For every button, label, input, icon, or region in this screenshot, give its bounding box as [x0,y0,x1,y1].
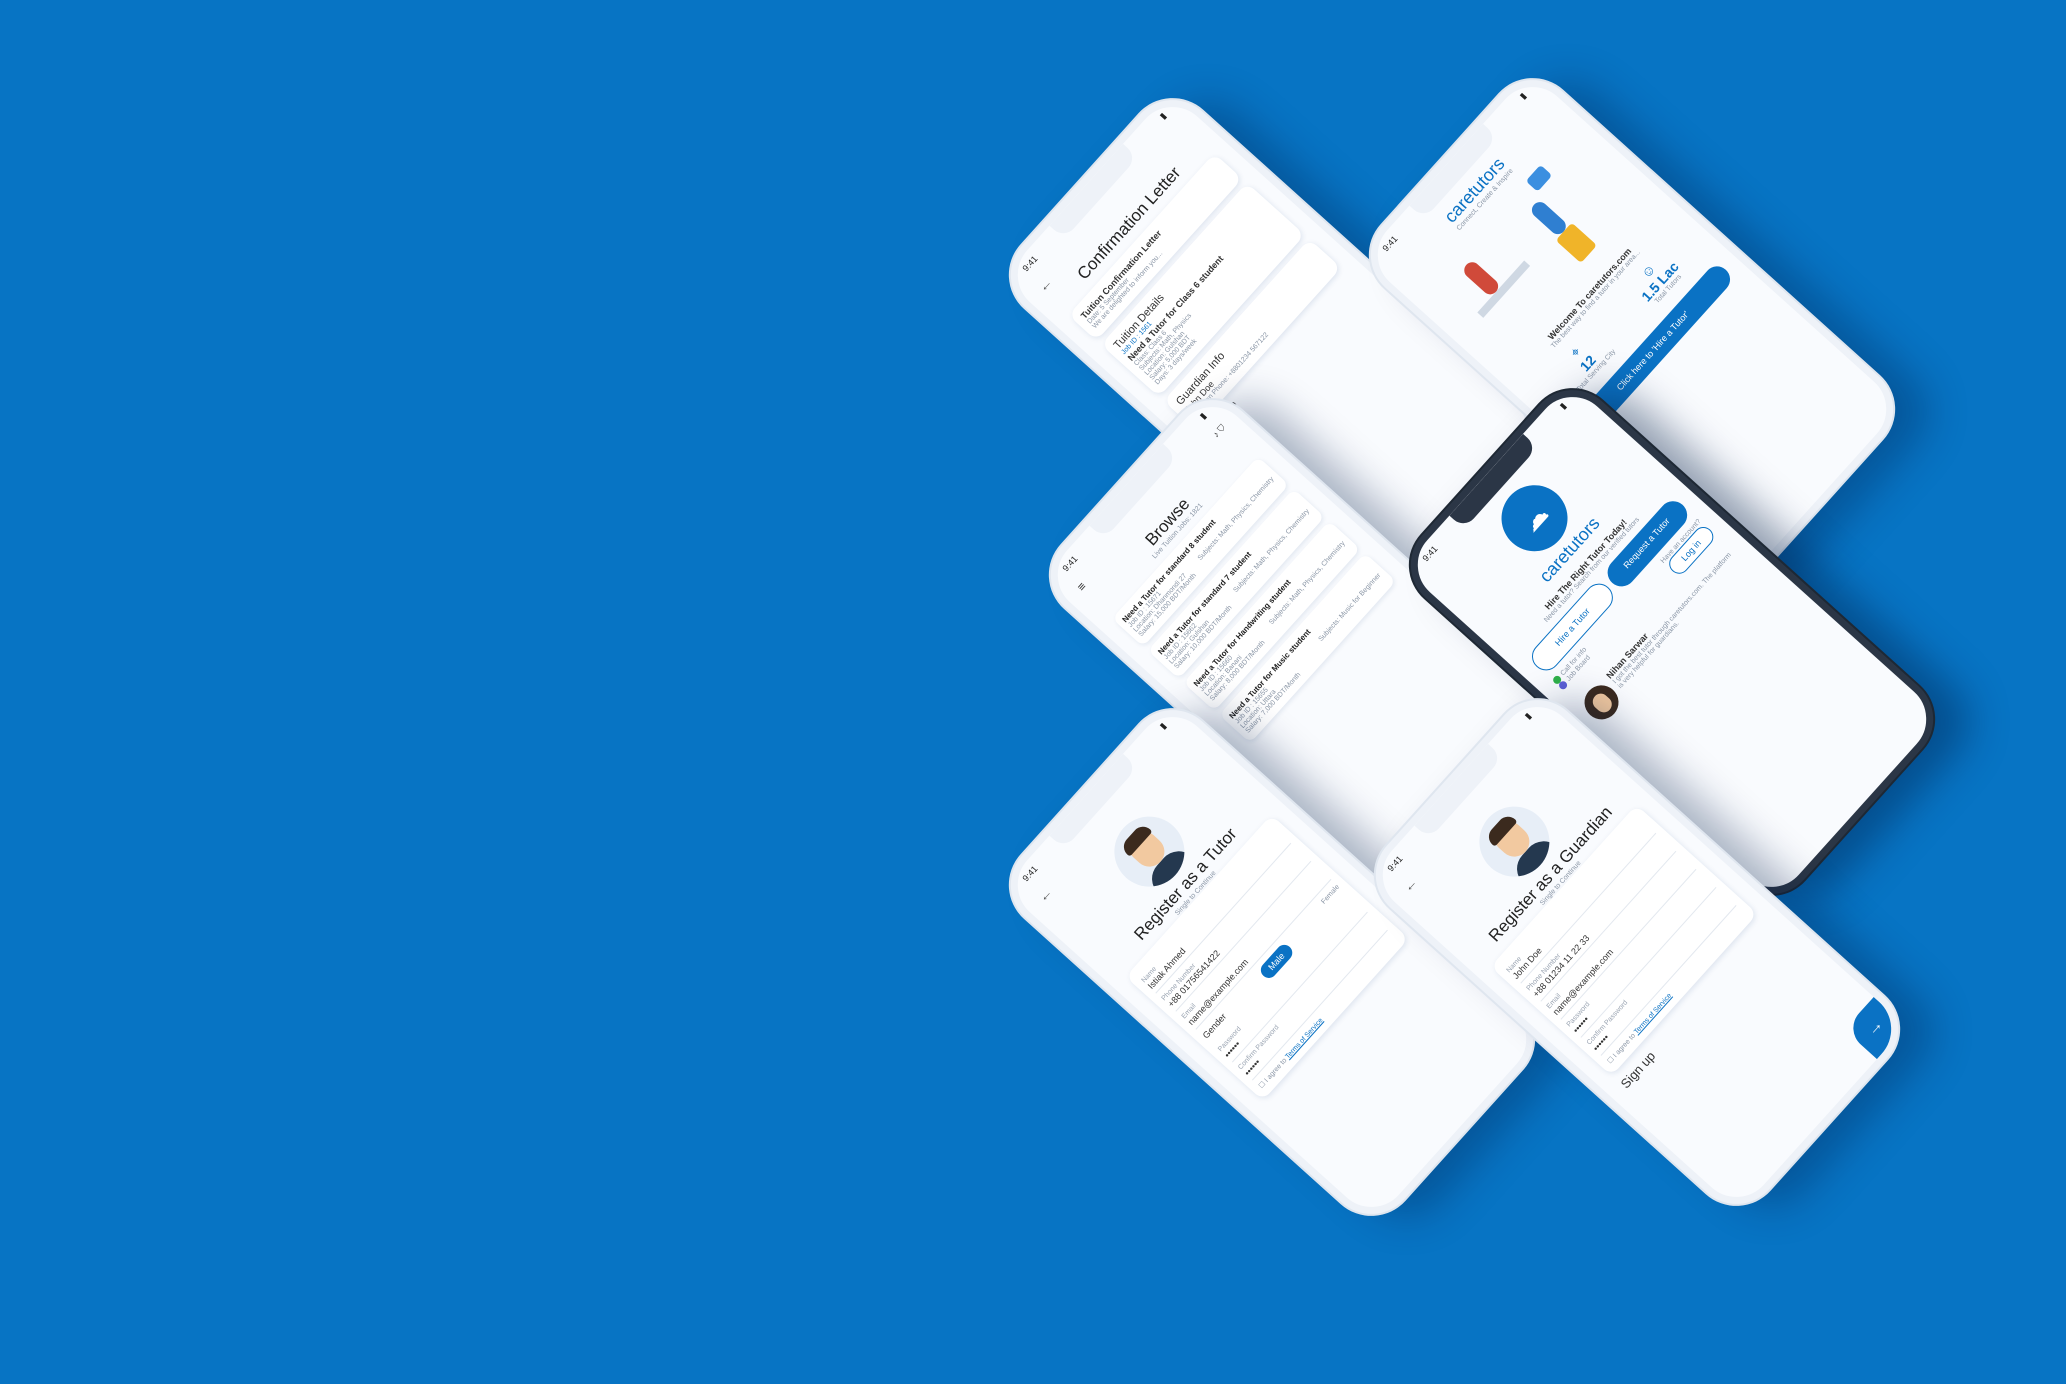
battery-icon: ▮ [1557,400,1569,412]
mockup-scene: 9:41 ▮ ← Confirmation Letter Tuition Conf… [0,0,2066,1384]
battery-icon: ▮ [1197,410,1209,422]
status-time: 9:41 [1060,553,1080,574]
battery-icon: ▮ [1522,710,1534,722]
battery-icon: ▮ [1157,110,1169,122]
filter-icon[interactable]: ⛉ [1215,422,1227,434]
status-time: 9:41 [1385,853,1405,874]
battery-icon: ▮ [1157,720,1169,732]
status-time: 9:41 [1020,253,1040,274]
status-time: 9:41 [1020,863,1040,884]
status-time: 9:41 [1420,543,1440,564]
menu-icon[interactable]: ≡ [1074,579,1089,594]
status-time: 9:41 [1380,233,1400,254]
battery-icon: ▮ [1517,90,1529,102]
